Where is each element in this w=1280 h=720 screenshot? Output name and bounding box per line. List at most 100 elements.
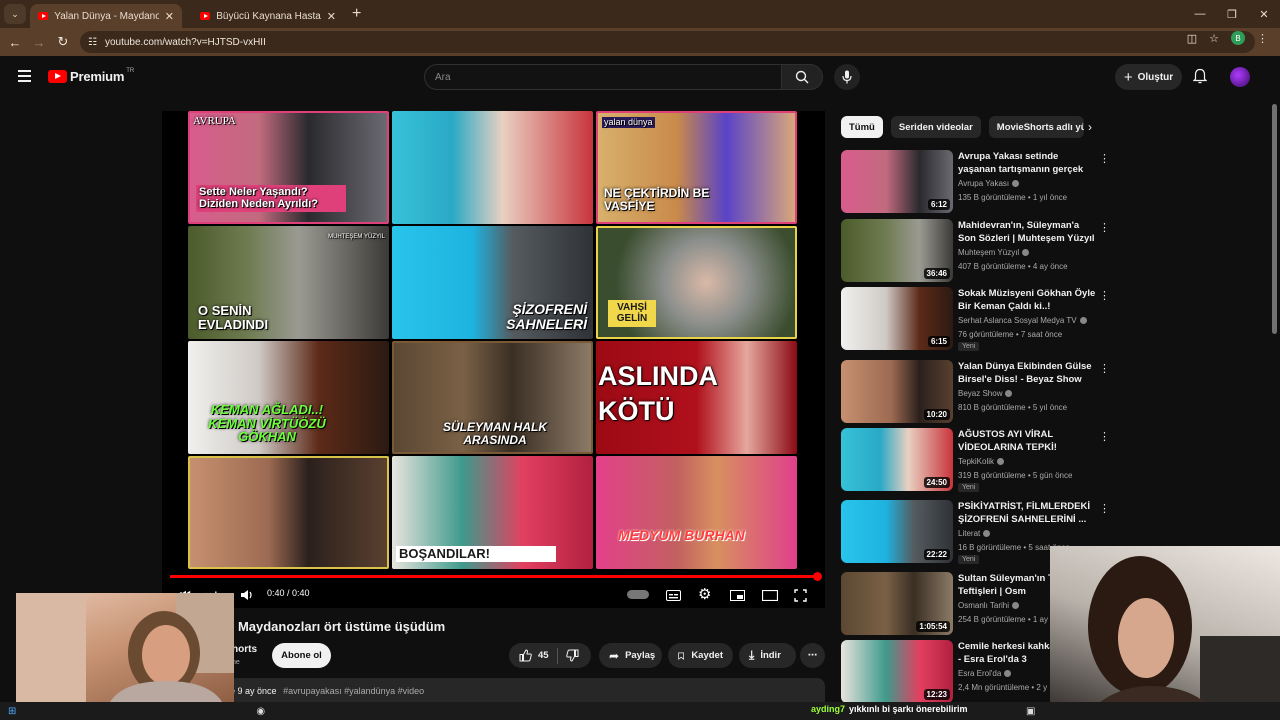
recommended-title[interactable]: Avrupa Yakası setinde yaşanan tartışmanı…: [958, 150, 1096, 177]
bookmark-star-icon[interactable]: ☆: [1209, 32, 1219, 45]
browser-tab[interactable]: Büyücü Kaynana Hastanelik Olu ✕: [192, 4, 344, 28]
recommended-title[interactable]: Yalan Dünya Ekibinden Gülse Birsel'e Dis…: [958, 360, 1096, 386]
recommended-title[interactable]: PSİKİYATRİST, FİLMLERDEKİ ŞİZOFRENİ SAHN…: [958, 500, 1096, 526]
chrome-menu-icon[interactable]: ⋮: [1257, 32, 1268, 45]
subscribe-button[interactable]: Abone ol: [272, 643, 331, 668]
more-vertical-icon[interactable]: ⋮: [1099, 362, 1110, 375]
install-app-icon[interactable]: ◫: [1187, 32, 1197, 45]
reload-icon[interactable]: ↻: [51, 34, 75, 50]
download-button[interactable]: ⤓ İndir: [739, 643, 796, 668]
endscreen-thumb[interactable]: [392, 111, 593, 224]
theater-mode-icon[interactable]: [762, 590, 778, 601]
endscreen-thumb[interactable]: VAHŞİ GELİN: [596, 226, 797, 339]
back-icon[interactable]: ←: [3, 35, 27, 50]
chip-all[interactable]: Tümü: [841, 116, 883, 138]
endscreen-thumb[interactable]: yalan dünya NE ÇEKTİRDİN BE VASFİYE: [596, 111, 797, 224]
recommended-thumbnail[interactable]: 24:50: [841, 428, 953, 491]
taskbar-app-icon[interactable]: ◉: [256, 706, 265, 717]
youtube-logo[interactable]: Premium TR: [48, 68, 134, 84]
menu-hamburger-icon[interactable]: [18, 70, 31, 85]
endscreen-thumb[interactable]: ASLINDA KÖTÜ: [596, 341, 797, 454]
tab-search-button[interactable]: ⌄: [4, 4, 26, 24]
browser-tab-active[interactable]: Yalan Dünya - Maydanozları ört ✕: [30, 4, 182, 28]
dislike-thumb-icon[interactable]: [565, 649, 579, 662]
more-vertical-icon[interactable]: ⋮: [1099, 430, 1110, 443]
recommended-thumbnail[interactable]: 12:23: [841, 640, 953, 703]
channel-name[interactable]: horts: [232, 644, 257, 655]
recommended-thumbnail[interactable]: 6:12: [841, 150, 953, 213]
site-info-icon[interactable]: ☷: [88, 37, 97, 48]
subtitles-icon[interactable]: [666, 590, 681, 601]
recommended-video[interactable]: 10:20 Yalan Dünya Ekibinden Gülse Birsel'…: [841, 360, 1111, 424]
more-vertical-icon[interactable]: ⋮: [1099, 289, 1110, 302]
video-duration: 22:22: [923, 549, 950, 560]
endscreen-thumb[interactable]: KEMAN AĞLADI..! KEMAN VİRTÜÖZÜ GÖKHAN: [188, 341, 389, 454]
recommended-thumbnail[interactable]: 22:22: [841, 500, 953, 563]
chat-text: yıkkınlı bi şarkı önerebilirim: [849, 704, 968, 714]
recommended-title[interactable]: Sokak Müzisyeni Gökhan Öyle Bir Keman Ça…: [958, 287, 1096, 313]
new-tab-icon[interactable]: +: [352, 5, 361, 23]
recommended-thumbnail[interactable]: 10:20: [841, 360, 953, 423]
recommended-thumbnail[interactable]: 6:15: [841, 287, 953, 350]
recommended-channel[interactable]: Serhat Aslanca Sosyal Medya TV: [958, 316, 1087, 325]
windows-start-icon[interactable]: ⊞: [8, 706, 16, 717]
recommended-thumbnail[interactable]: 36:46: [841, 219, 953, 282]
endscreen-thumb[interactable]: MEDYUM BURHAN: [596, 456, 797, 569]
more-vertical-icon[interactable]: ⋮: [1099, 502, 1110, 515]
recommended-channel[interactable]: Muhteşem Yüzyıl: [958, 248, 1030, 257]
scrubber-handle[interactable]: [813, 572, 822, 581]
chip-channel-uploads[interactable]: MovieShorts adlı yükl: [988, 116, 1084, 138]
endscreen-thumb[interactable]: [188, 456, 389, 569]
account-avatar[interactable]: [1230, 67, 1250, 87]
recommended-video[interactable]: 24:50 AĞUSTOS AYI VİRAL VİDEOLARINA TEPKİ…: [841, 428, 1111, 492]
miniplayer-icon[interactable]: [730, 590, 745, 601]
scrollbar-thumb[interactable]: [1272, 104, 1277, 334]
chip-series[interactable]: Seriden videolar: [890, 116, 981, 138]
fullscreen-icon[interactable]: [794, 589, 807, 602]
chevron-right-icon[interactable]: ›: [1088, 120, 1092, 134]
close-window-icon[interactable]: ✕: [1248, 0, 1280, 28]
restore-icon[interactable]: ❐: [1216, 0, 1248, 28]
search-button[interactable]: [781, 64, 823, 90]
volume-icon[interactable]: [240, 589, 254, 601]
minimize-icon[interactable]: —: [1184, 0, 1216, 28]
recommended-title[interactable]: AĞUSTOS AYI VİRAL VİDEOLARINA TEPKİ!: [958, 428, 1096, 454]
recommended-video[interactable]: 36:46 Mahidevran'ın, Süleyman'a Son Sözle…: [841, 219, 1111, 283]
video-player[interactable]: AVRUPA Sette Neler Yaşandı? Diziden Nede…: [162, 111, 825, 608]
save-button[interactable]: Kaydet: [668, 643, 733, 668]
recommended-video[interactable]: 6:12 Avrupa Yakası setinde yaşanan tartış…: [841, 150, 1111, 214]
recommended-title[interactable]: Mahidevran'ın, Süleyman'a Son Sözleri | …: [958, 219, 1096, 245]
create-button[interactable]: + Oluştur: [1115, 64, 1182, 90]
chat-username: ayding7: [811, 704, 846, 714]
more-vertical-icon[interactable]: ⋮: [1099, 221, 1110, 234]
like-thumb-icon[interactable]: [519, 649, 532, 662]
more-vertical-icon[interactable]: ⋮: [1099, 152, 1110, 165]
more-actions-button[interactable]: ⋯: [800, 643, 825, 668]
share-button[interactable]: ➦ Paylaş: [599, 643, 662, 668]
endscreen-thumb[interactable]: SÜLEYMAN HALK ARASINDA: [392, 341, 593, 454]
voice-search-button[interactable]: [834, 64, 860, 90]
notifications-bell-icon[interactable]: [1193, 68, 1207, 84]
address-bar[interactable]: ☷ youtube.com/watch?v=HJTSD-vxHII: [80, 31, 1255, 53]
recommended-channel[interactable]: Esra Erol'da: [958, 669, 1012, 678]
endscreen-thumb[interactable]: AVRUPA Sette Neler Yaşandı? Diziden Nede…: [188, 111, 389, 224]
endscreen-thumb[interactable]: ŞİZOFRENİ SAHNELERİ: [392, 226, 593, 339]
hashtags[interactable]: #avrupayakası #yalandünya #video: [283, 686, 424, 696]
forward-icon[interactable]: →: [27, 35, 51, 50]
recommended-channel[interactable]: Avrupa Yakası: [958, 179, 1020, 188]
search-input[interactable]: Ara: [424, 64, 782, 90]
autoplay-toggle[interactable]: [627, 590, 649, 599]
recommended-thumbnail[interactable]: 1:05:54: [841, 572, 953, 635]
recommended-channel[interactable]: Osmanlı Tarihi: [958, 601, 1019, 610]
recommended-channel[interactable]: Beyaz Show: [958, 389, 1013, 398]
tab-close-icon[interactable]: ✕: [165, 10, 174, 23]
profile-avatar[interactable]: B: [1231, 31, 1245, 45]
endscreen-thumb[interactable]: BOŞANDILAR!: [392, 456, 593, 569]
progress-bar[interactable]: [170, 572, 822, 581]
recommended-video[interactable]: 6:15 Sokak Müzisyeni Gökhan Öyle Bir Kema…: [841, 287, 1111, 351]
settings-gear-icon[interactable]: ⚙: [698, 585, 711, 603]
endscreen-thumb[interactable]: MUHTEŞEM YÜZYIL O SENİN EVLADINDI: [188, 226, 389, 339]
tab-close-icon[interactable]: ✕: [327, 10, 336, 23]
recommended-channel[interactable]: TepkiKolik: [958, 457, 1005, 466]
recommended-channel[interactable]: Literat: [958, 529, 991, 538]
